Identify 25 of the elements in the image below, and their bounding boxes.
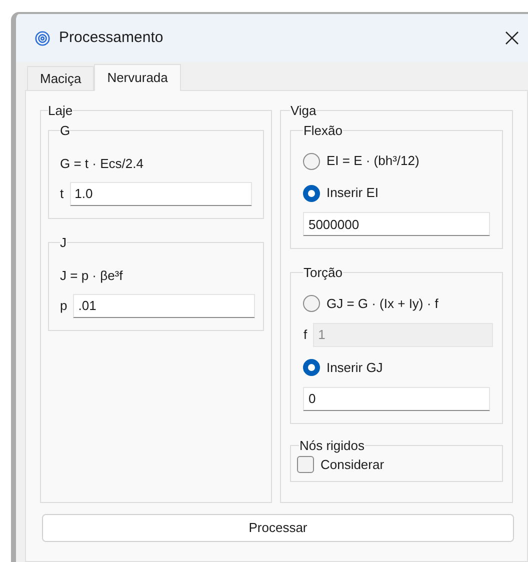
process-button[interactable]: Processar bbox=[42, 514, 514, 542]
field-label: t bbox=[60, 184, 64, 203]
input-field[interactable]: 1.0 bbox=[70, 182, 252, 206]
radio-label: Inserir EI bbox=[326, 184, 378, 202]
group-title: Flexão bbox=[303, 122, 342, 140]
tab[interactable]: Maciça bbox=[27, 66, 94, 90]
group-title: Torção bbox=[303, 264, 342, 282]
radio-label: GJ = G · (Ix + Iy) · f bbox=[326, 294, 438, 313]
field-label: p bbox=[60, 296, 68, 315]
formula-label: J = p · βe³f bbox=[60, 267, 124, 285]
group-title: Laje bbox=[48, 102, 73, 120]
tab[interactable]: Nervurada bbox=[94, 64, 181, 91]
window-title: Processamento bbox=[59, 28, 164, 48]
checkbox-label: Considerar bbox=[320, 456, 384, 474]
radio-label: Inserir GJ bbox=[326, 358, 383, 377]
group-title: Nós rigidos bbox=[299, 436, 364, 455]
group-title: Viga bbox=[290, 102, 316, 120]
input-field[interactable]: .01 bbox=[73, 294, 256, 318]
input-field[interactable]: 5000000 bbox=[303, 212, 490, 236]
formula-label: G = t · Ecs/2.4 bbox=[60, 155, 144, 173]
field-label: f bbox=[303, 326, 308, 344]
input-field[interactable]: 0 bbox=[303, 386, 490, 410]
group-title: J bbox=[60, 234, 66, 252]
radio-label: EI = E · (bh³/12) bbox=[326, 152, 420, 170]
group-title: G bbox=[60, 122, 70, 140]
